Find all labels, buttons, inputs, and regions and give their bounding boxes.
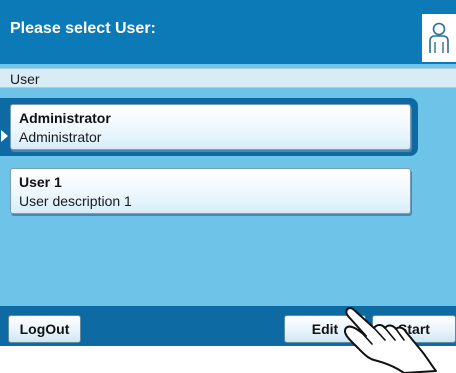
user-list-item-administrator[interactable]: Administrator Administrator [10,104,411,150]
edit-button[interactable]: Edit [284,315,366,343]
logout-button[interactable]: LogOut [8,315,81,343]
selection-arrow-icon [1,130,8,142]
footer-bar: LogOut Edit Start [0,306,456,346]
list-header: User [0,68,456,88]
user-list: Administrator Administrator User 1 User … [0,90,456,304]
user-list-item-user-1[interactable]: User 1 User description 1 [10,168,411,214]
user-description: User description 1 [19,193,132,209]
user-icon [422,14,456,62]
user-name: Administrator [19,110,111,126]
user-name: User 1 [19,174,62,190]
start-button[interactable]: Start [372,315,456,343]
title-bar: Please select User: [0,0,456,64]
page-title: Please select User: [10,20,156,37]
column-header-user: User [10,71,40,87]
user-selection-screen: Please select User: User Administrator A… [0,0,456,346]
user-description: Administrator [19,129,102,145]
